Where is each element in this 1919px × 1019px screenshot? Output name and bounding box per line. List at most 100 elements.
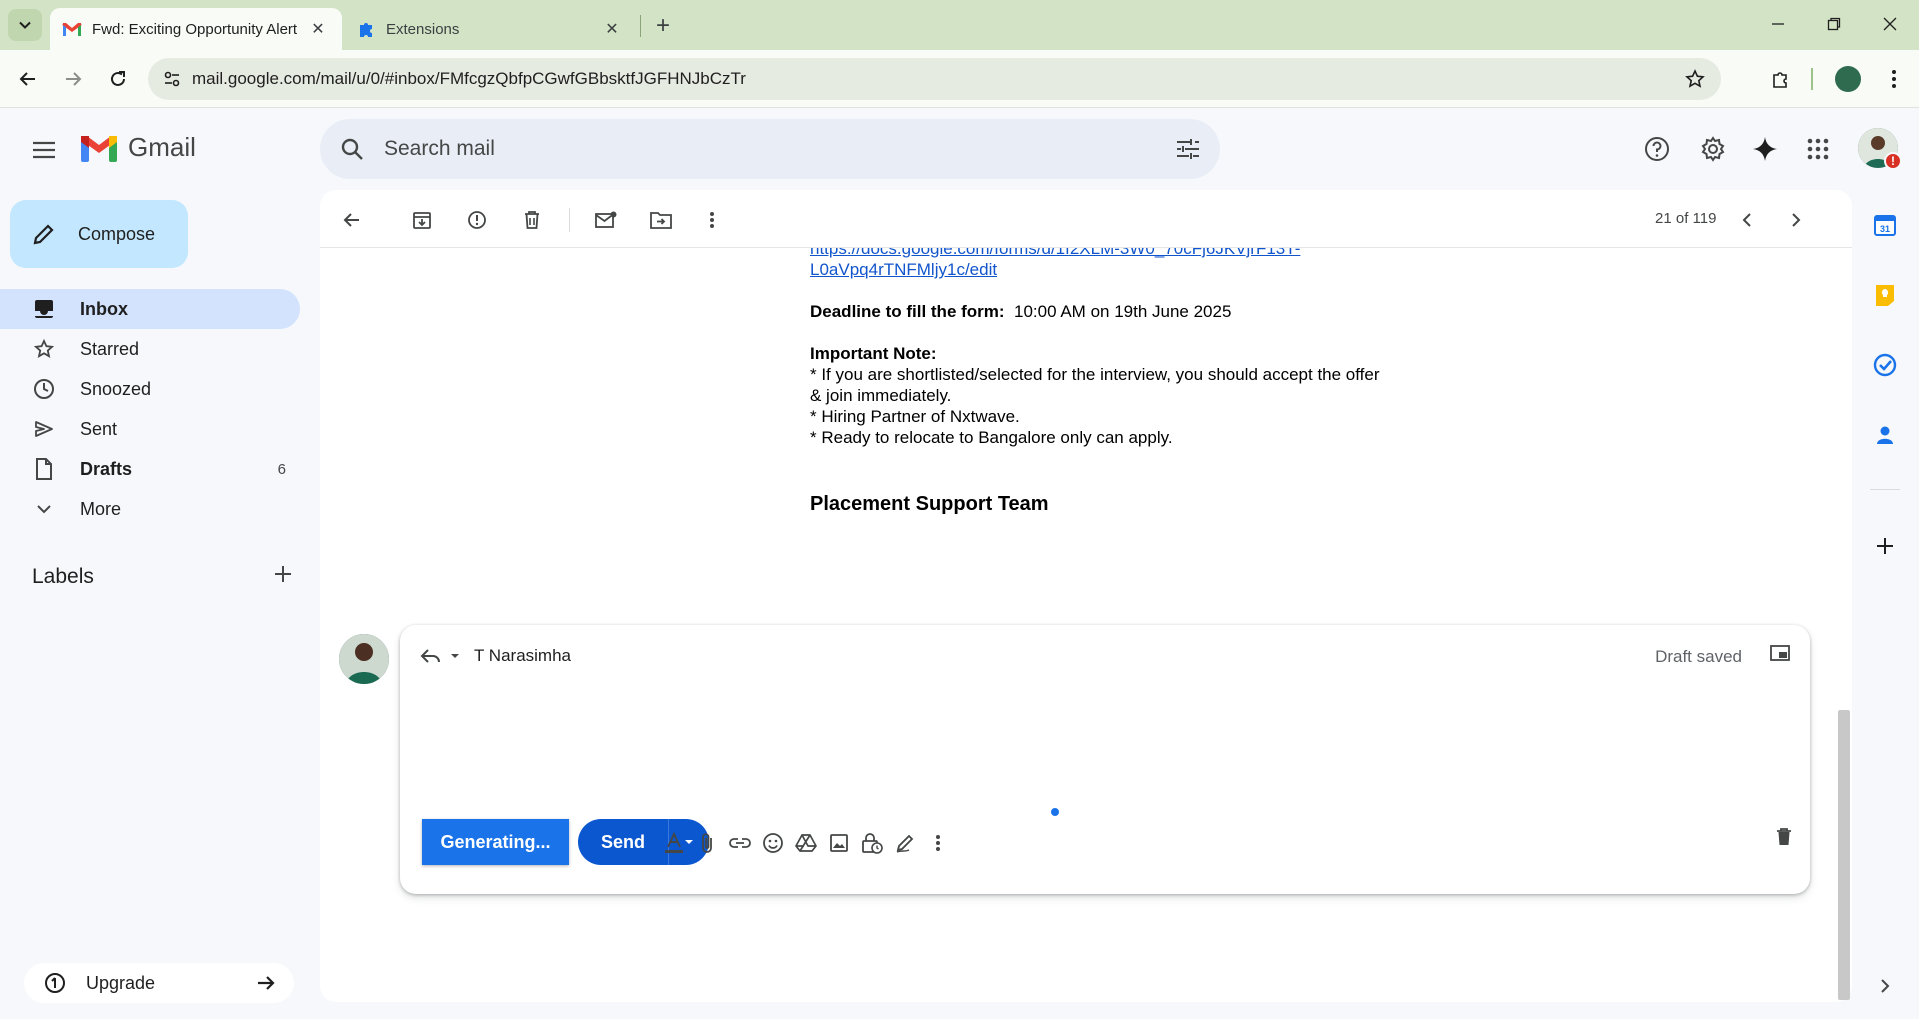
extensions-button[interactable] (1763, 61, 1799, 97)
note-line: & join immediately. (810, 386, 952, 405)
report-spam-button[interactable] (459, 202, 495, 238)
pagination-count: 21 of 119 (1655, 210, 1717, 227)
note-line: * If you are shortlisted/selected for th… (810, 365, 1380, 384)
search-options-icon[interactable] (1156, 138, 1220, 160)
tab-search-button[interactable] (8, 9, 42, 41)
gmail-logo[interactable]: Gmail (80, 132, 196, 163)
keep-app-button[interactable] (1866, 276, 1904, 314)
arrow-right-icon (66, 72, 82, 86)
profile-button[interactable] (1830, 61, 1866, 97)
important-note: Important Note: * If you are shortlisted… (810, 343, 1430, 448)
back-to-inbox-button[interactable] (334, 202, 370, 238)
contacts-app-button[interactable] (1866, 416, 1904, 454)
more-actions-button[interactable] (694, 202, 730, 238)
site-info-icon[interactable] (152, 70, 192, 88)
star-icon (32, 339, 56, 359)
message-view: 21 of 119 https://docs.google.com/forms/… (320, 190, 1852, 1002)
sidebar-item-more[interactable]: More (0, 489, 300, 529)
confidential-mode-button[interactable] (856, 827, 888, 859)
insert-photo-button[interactable] (823, 827, 855, 859)
insert-signature-button[interactable] (889, 827, 921, 859)
settings-button[interactable] (1692, 128, 1734, 170)
sidebar-item-sent[interactable]: Sent (0, 409, 300, 449)
reply-type-button[interactable] (420, 648, 462, 664)
archive-button[interactable] (404, 202, 440, 238)
calendar-app-button[interactable]: 31 (1866, 206, 1904, 244)
support-button[interactable] (1636, 128, 1678, 170)
upgrade-icon (44, 972, 66, 994)
sidebar-item-starred[interactable]: Starred (0, 329, 300, 369)
note-line: * Hiring Partner of Nxtwave. (810, 407, 1020, 426)
browser-menu-button[interactable] (1876, 61, 1912, 97)
sidebar-item-snoozed[interactable]: Snoozed (0, 369, 300, 409)
more-vert-icon (936, 835, 940, 851)
alert-badge: ! (1884, 152, 1902, 170)
deadline-value: 10:00 AM on 19th June 2025 (1014, 302, 1232, 321)
pop-out-icon[interactable] (1770, 645, 1790, 661)
insert-emoji-button[interactable] (757, 827, 789, 859)
add-label-button[interactable] (274, 565, 292, 589)
sidebar-item-label: More (80, 498, 122, 519)
compose-button[interactable]: Compose (10, 200, 188, 268)
new-tab-button[interactable]: + (648, 11, 678, 41)
svg-text:31: 31 (1880, 224, 1890, 234)
show-side-panel-button[interactable] (1866, 967, 1904, 1005)
discard-draft-button[interactable] (1776, 828, 1792, 846)
reply-recipient[interactable]: T Narasimha (474, 646, 571, 666)
folder-move-icon (650, 212, 672, 229)
reload-button[interactable] (100, 61, 136, 97)
move-to-button[interactable] (643, 202, 679, 238)
attach-files-button[interactable] (691, 827, 723, 859)
tab-title: Fwd: Exciting Opportunity Alert (92, 20, 298, 38)
link-icon (729, 838, 751, 848)
search-input[interactable]: Search mail (384, 137, 1156, 161)
chevron-right-icon (1792, 213, 1801, 227)
close-window-button[interactable] (1867, 8, 1913, 40)
side-panel-divider (1870, 489, 1900, 490)
main-menu-button[interactable] (24, 130, 64, 170)
minimize-button[interactable] (1755, 8, 1801, 40)
clock-icon (32, 378, 56, 400)
draft-status: Draft saved (1655, 647, 1742, 666)
older-button[interactable] (1778, 202, 1814, 238)
sidebar-item-inbox[interactable]: Inbox (0, 289, 300, 329)
restore-icon (1827, 17, 1841, 31)
scrollbar[interactable] (1838, 710, 1850, 1000)
upgrade-button[interactable]: Upgrade (24, 963, 294, 1003)
insert-link-button[interactable] (724, 827, 756, 859)
back-button[interactable] (10, 61, 46, 97)
mark-unread-button[interactable] (588, 202, 624, 238)
action-divider (569, 208, 570, 232)
search-bar[interactable]: Search mail (320, 119, 1220, 179)
labels-heading: Labels (32, 565, 94, 588)
get-addons-button[interactable] (1866, 527, 1904, 565)
account-avatar[interactable]: ! (1858, 128, 1902, 170)
forward-button[interactable] (55, 61, 91, 97)
address-bar[interactable]: mail.google.com/mail/u/0/#inbox/FMfcgzQb… (148, 58, 1721, 100)
close-icon[interactable]: ✕ (600, 17, 624, 41)
close-icon (1883, 17, 1897, 31)
gmail-m-icon (81, 135, 117, 162)
apps-button[interactable] (1797, 128, 1839, 170)
notification-dot (1051, 808, 1059, 816)
sidebar-item-label: Drafts (80, 458, 133, 479)
generating-button[interactable]: Generating... (422, 819, 569, 865)
insert-drive-button[interactable] (790, 827, 822, 859)
avatar (1835, 66, 1861, 92)
bookmark-star-icon[interactable] (1675, 69, 1715, 89)
sidebar-item-label: Starred (80, 338, 140, 359)
tasks-app-button[interactable] (1866, 346, 1904, 384)
sidebar-item-drafts[interactable]: Drafts 6 (0, 449, 300, 489)
deadline-line: Deadline to fill the form: 10:00 AM on 1… (810, 301, 1430, 322)
search-icon[interactable] (320, 137, 384, 161)
tab-gmail[interactable]: Fwd: Exciting Opportunity Alert ✕ (50, 8, 342, 50)
archive-icon (413, 212, 431, 229)
newer-button[interactable] (1729, 202, 1765, 238)
more-options-button[interactable] (922, 827, 954, 859)
tab-extensions[interactable]: Extensions ✕ (344, 8, 636, 50)
gemini-button[interactable] (1744, 128, 1786, 170)
formatting-options-button[interactable] (658, 827, 690, 859)
restore-button[interactable] (1811, 8, 1857, 40)
delete-button[interactable] (514, 202, 550, 238)
close-icon[interactable]: ✕ (306, 17, 330, 41)
